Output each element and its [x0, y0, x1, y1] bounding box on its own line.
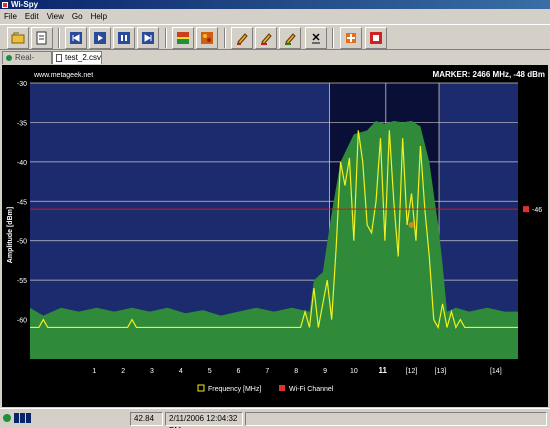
signal-bars-icon: [14, 413, 31, 423]
spectrum-chart-svg: -30 -35 -40 -45 -50 -55 -60 1 2 3 4 5 6 7 8 9 10 11 [12] […: [7, 70, 545, 393]
settings-icon: [346, 33, 356, 43]
marker-pen-green-icon: [285, 33, 296, 45]
open-file-button[interactable]: [7, 27, 29, 49]
menu-file[interactable]: File: [4, 10, 17, 23]
play-button[interactable]: [89, 27, 111, 49]
y-tick-label: -35: [17, 120, 27, 127]
open-file-icon: [11, 32, 25, 44]
x-tick-label: 11: [378, 366, 387, 375]
x-axis-labels: 1 2 3 4 5 6 7 8 9 10 11 [12] [13] [14]: [92, 366, 501, 375]
marker-pen-red-button[interactable]: [255, 27, 277, 49]
play-icon: [94, 32, 106, 44]
x-tick-label: 7: [265, 368, 269, 375]
record-icon: [370, 32, 382, 44]
save-file-icon: [36, 31, 47, 45]
x-tick-label: 1: [92, 368, 96, 375]
x-tick-label: 9: [323, 368, 327, 375]
y-tick-label: -40: [17, 160, 27, 167]
x-tick-label: [13]: [435, 368, 447, 375]
watermark-text: www.metageek.net: [33, 72, 93, 79]
status-bar: 42.84 sec 2/11/2006 12:04:32 PM: [0, 408, 550, 428]
x-tick-label: 5: [208, 368, 212, 375]
marker-point: [408, 221, 415, 228]
x-tick-label: [14]: [490, 368, 502, 375]
x-tick-label: 2: [121, 368, 125, 375]
document-icon: [56, 54, 62, 62]
menu-edit[interactable]: Edit: [25, 10, 39, 23]
chart-legend: Frequency [MHz] Wi-Fi Channel: [197, 384, 334, 393]
marker-readout: MARKER: 2466 MHz, -48 dBm: [433, 70, 545, 79]
waterfall-view-button[interactable]: [196, 27, 218, 49]
density-view-button[interactable]: [172, 27, 194, 49]
spectrum-chart[interactable]: -30 -35 -40 -45 -50 -55 -60 1 2 3 4 5 6 7 8 9 10 11 [12] […: [2, 65, 548, 407]
marker-pen-green-button[interactable]: [279, 27, 301, 49]
y-tick-label: -50: [17, 239, 27, 246]
window-titlebar: Wi-Spy: [0, 0, 550, 9]
marker-pen-button[interactable]: [231, 27, 253, 49]
x-tick-label: 4: [179, 368, 183, 375]
menu-view[interactable]: View: [47, 10, 64, 23]
density-view-icon: [177, 32, 189, 44]
elapsed-time: 42.84 sec: [130, 412, 163, 428]
app-icon: [2, 1, 8, 8]
menu-go[interactable]: Go: [72, 10, 83, 23]
record-button[interactable]: [365, 27, 387, 49]
save-file-button[interactable]: [31, 27, 53, 49]
tab-strip: Real-Time test_2.csv: [0, 51, 550, 74]
wifi-legend-label: Wi-Fi Channel: [289, 386, 334, 393]
clear-markers-icon: [312, 33, 320, 44]
tab-real-time[interactable]: Real-Time: [2, 51, 52, 74]
skip-back-icon: [70, 32, 82, 44]
status-led-icon: [3, 414, 11, 422]
x-tick-label: [12]: [406, 368, 418, 375]
pause-icon: [118, 32, 130, 44]
skip-forward-button[interactable]: [137, 27, 159, 49]
y-axis-title: Amplitude [dBm]: [7, 207, 14, 263]
live-indicator-icon: [6, 55, 12, 61]
x-tick-label: 10: [350, 368, 358, 375]
settings-button[interactable]: [340, 27, 362, 49]
menu-bar: File Edit View Go Help: [0, 10, 550, 23]
marker-pen-red-icon: [261, 33, 272, 45]
skip-forward-icon: [142, 32, 154, 44]
window-title: Wi-Spy: [11, 0, 39, 9]
toolbar: [0, 24, 550, 50]
frequency-legend-swatch: [197, 384, 205, 392]
x-tick-label: 6: [237, 368, 241, 375]
skip-back-button[interactable]: [65, 27, 87, 49]
status-empty-panel: [245, 412, 547, 426]
waterfall-view-icon: [201, 32, 213, 44]
threshold-handle[interactable]: [523, 206, 529, 213]
x-tick-label: 3: [150, 368, 154, 375]
threshold-value-label: -46: [532, 207, 542, 214]
y-tick-label: -60: [17, 318, 27, 325]
y-tick-label: -30: [17, 81, 27, 88]
clear-markers-button[interactable]: [305, 27, 327, 49]
tab-test-file[interactable]: test_2.csv: [52, 51, 102, 64]
y-axis-labels: -30 -35 -40 -45 -50 -55 -60: [17, 81, 27, 325]
y-tick-label: -55: [17, 278, 27, 285]
frequency-legend-label: Frequency [MHz]: [208, 386, 261, 393]
capture-timestamp: 2/11/2006 12:04:32 PM: [165, 412, 243, 428]
pause-button[interactable]: [113, 27, 135, 49]
y-tick-label: -45: [17, 199, 27, 206]
x-tick-label: 8: [294, 368, 298, 375]
menu-help[interactable]: Help: [91, 10, 107, 23]
wifi-legend-swatch: [279, 385, 285, 391]
tab-label: test_2.csv: [65, 53, 102, 62]
marker-pen-icon: [237, 33, 248, 45]
